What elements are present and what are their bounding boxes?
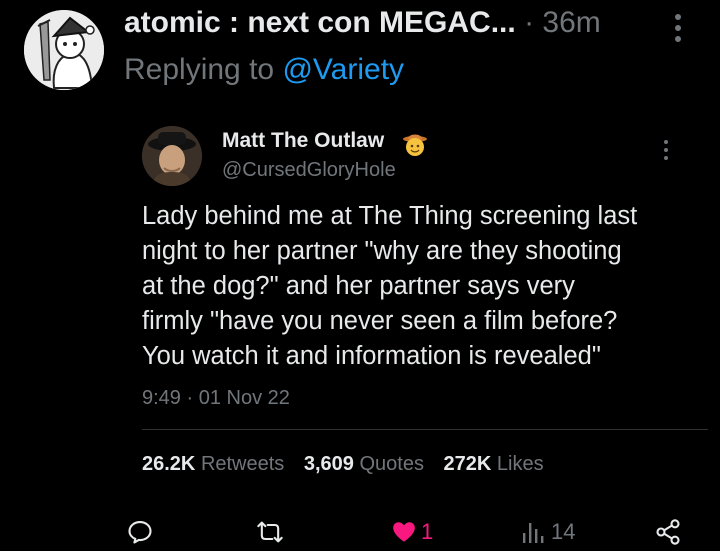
timestamp[interactable]: 36m bbox=[542, 6, 600, 39]
quoted-more-icon[interactable] bbox=[658, 138, 674, 164]
view-count: 14 bbox=[551, 519, 576, 544]
retweets-label: Retweets bbox=[200, 453, 285, 475]
quoted-avatar[interactable] bbox=[142, 126, 202, 186]
replying-to: Replying to @Variety bbox=[124, 50, 404, 90]
replying-handle-link[interactable]: @Variety bbox=[282, 53, 404, 86]
tweet-stats: 26.2K Retweets 3,609 Quotes 272K Likes bbox=[142, 450, 558, 478]
share-icon bbox=[656, 519, 680, 545]
quotes-label: Quotes bbox=[359, 453, 424, 475]
likes-label: Likes bbox=[496, 453, 544, 475]
likes-count: 272K bbox=[443, 453, 492, 475]
tweet-timestamp[interactable]: 9:49 · 01 Nov 22 bbox=[142, 384, 290, 412]
heart-icon bbox=[393, 522, 415, 542]
author-name[interactable]: atomic : next con MEGAC... bbox=[124, 6, 516, 39]
views-button[interactable]: 14 bbox=[521, 514, 575, 550]
replying-prefix: Replying to bbox=[124, 53, 275, 86]
divider bbox=[142, 429, 708, 430]
reply-header: atomic : next con MEGAC... · 36m bbox=[124, 2, 601, 44]
quotes-count: 3,609 bbox=[303, 453, 354, 475]
avatar-photo-icon bbox=[142, 126, 202, 186]
reply-icon bbox=[128, 521, 152, 544]
retweets-stat[interactable]: 26.2K Retweets bbox=[142, 450, 284, 478]
cowboy-emoji-icon bbox=[402, 131, 428, 157]
quotes-stat[interactable]: 3,609 Quotes bbox=[304, 450, 424, 478]
like-count: 1 bbox=[421, 519, 434, 544]
retweets-count: 26.2K bbox=[142, 453, 196, 475]
quoted-author-handle[interactable]: @CursedGloryHole bbox=[222, 156, 396, 184]
avatar[interactable] bbox=[24, 10, 104, 90]
retweet-icon bbox=[257, 521, 283, 543]
quoted-author-name[interactable]: Matt The Outlaw bbox=[222, 127, 384, 155]
more-icon[interactable] bbox=[668, 12, 688, 44]
tweet-text: Lady behind me at The Thing screening la… bbox=[142, 202, 638, 370]
views-icon bbox=[523, 523, 544, 543]
like-button[interactable]: 1 bbox=[391, 514, 433, 550]
retweet-button[interactable] bbox=[256, 514, 284, 550]
reply-button[interactable] bbox=[126, 514, 154, 550]
share-button[interactable] bbox=[654, 514, 682, 550]
separator: · bbox=[524, 6, 535, 39]
avatar-sketch-icon bbox=[24, 10, 104, 90]
likes-stat[interactable]: 272K Likes bbox=[444, 450, 544, 478]
